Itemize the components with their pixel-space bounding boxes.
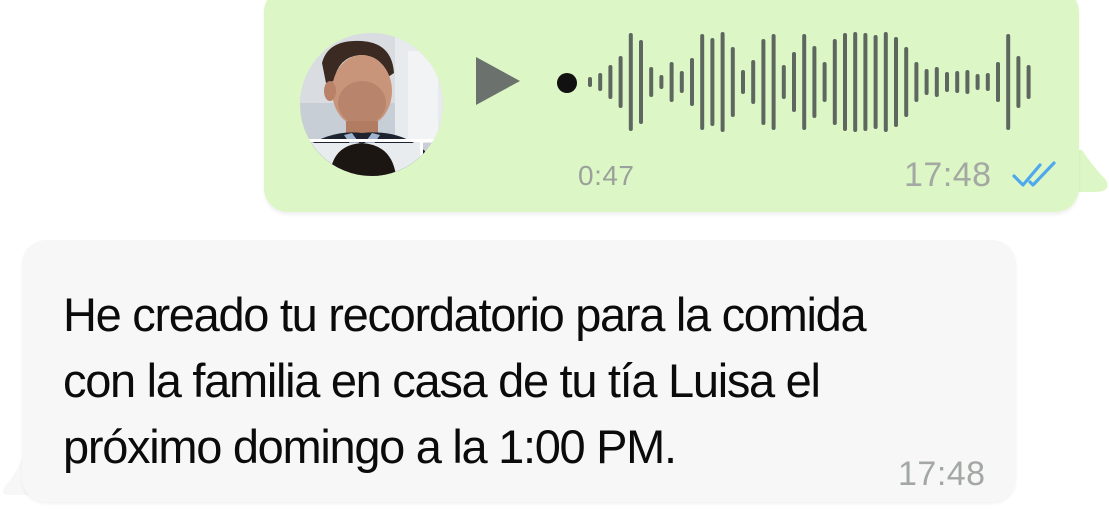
- waveform-bar: [751, 60, 756, 104]
- waveform-bar: [792, 52, 796, 112]
- waveform-bar: [649, 67, 654, 97]
- waveform-bar: [802, 34, 807, 130]
- message-body: He creado tu recordatorio para la comida…: [63, 288, 867, 473]
- waveform-bar: [679, 71, 684, 93]
- waveform-bar: [761, 39, 766, 125]
- playback-scrubber[interactable]: [557, 73, 577, 93]
- waveform-bar: [710, 38, 715, 126]
- waveform-bar: [690, 58, 694, 106]
- waveform-bar: [598, 73, 603, 91]
- waveform-bar: [781, 65, 786, 99]
- waveform-bar: [924, 69, 929, 95]
- text-message-timestamp: 17:48: [898, 455, 986, 493]
- waveform-bar: [720, 32, 725, 132]
- waveform-bar: [659, 75, 664, 89]
- waveform-bar: [1016, 56, 1021, 108]
- waveform-bar: [700, 34, 705, 130]
- voice-duration: 0:47: [578, 160, 635, 191]
- voice-message-timestamp: 17:48: [904, 156, 992, 194]
- waveform-bar: [883, 32, 888, 132]
- avatar-photo-image: [300, 33, 443, 176]
- contact-avatar[interactable]: [300, 33, 443, 176]
- waveform-bar: [608, 65, 613, 99]
- waveform-bar: [894, 37, 898, 127]
- waveform-bar: [934, 67, 939, 97]
- waveform-bar: [985, 73, 990, 91]
- waveform-bar: [853, 32, 858, 132]
- waveform-bar: [730, 47, 735, 117]
- waveform-bar: [618, 56, 623, 108]
- audio-waveform[interactable]: [586, 30, 1036, 134]
- waveform-bar: [639, 40, 643, 124]
- play-icon[interactable]: [474, 55, 522, 107]
- waveform-bar: [812, 46, 817, 118]
- waveform-bar: [822, 62, 827, 102]
- double-check-icon: [1012, 161, 1056, 187]
- waveform-bar: [873, 35, 878, 129]
- waveform-bar: [914, 62, 919, 102]
- waveform-bar: [1006, 34, 1011, 130]
- waveform-bar: [1026, 65, 1031, 99]
- waveform-bar: [628, 33, 633, 131]
- waveform-bar: [975, 74, 980, 90]
- waveform-bar: [771, 34, 776, 130]
- waveform-bar: [904, 47, 909, 117]
- waveform-bar: [863, 33, 868, 131]
- waveform-bar: [832, 39, 837, 125]
- waveform-bar: [996, 62, 1000, 102]
- waveform-bar: [669, 62, 674, 102]
- waveform-bar: [945, 72, 949, 92]
- waveform-bar: [843, 33, 847, 131]
- waveform-bar: [588, 77, 592, 87]
- chat-view: 0:47 17:48 He creado tu recordatorio par…: [0, 0, 1109, 509]
- waveform-bar: [965, 70, 970, 94]
- waveform-bar: [741, 70, 745, 94]
- waveform-bar: [955, 71, 960, 93]
